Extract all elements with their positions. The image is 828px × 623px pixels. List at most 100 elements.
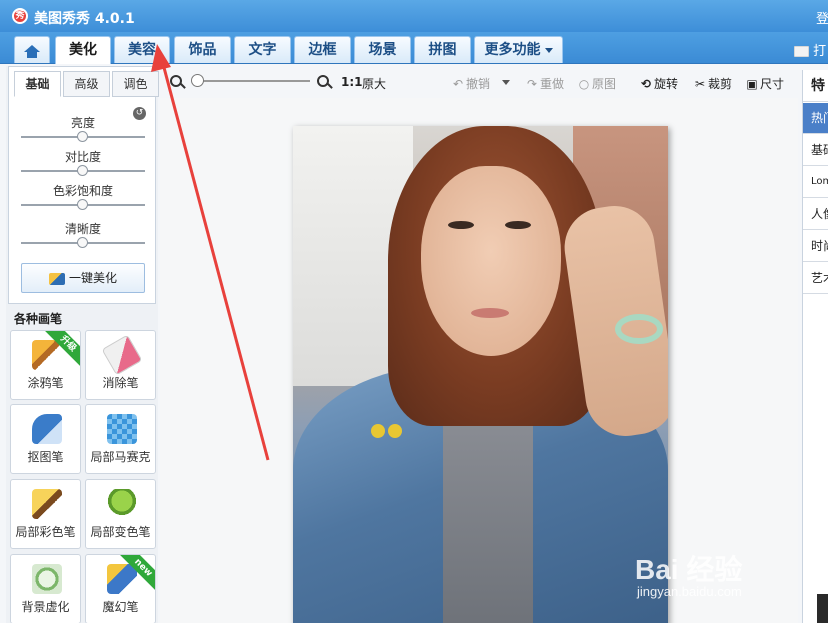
local-recolor-brush-tool[interactable]: 局部变色笔 [85, 479, 156, 549]
redo-icon: ↷ [526, 77, 538, 91]
local-color-brush-label: 局部彩色笔 [15, 525, 76, 539]
tab-more-features[interactable]: 更多功能 [474, 36, 563, 63]
cutout-pen-tool[interactable]: 抠图笔 [10, 404, 81, 474]
effects-category-art[interactable]: 艺术 [803, 263, 828, 294]
photo-smiley-pin [371, 424, 385, 438]
effects-category-popular[interactable]: 热门 [803, 103, 828, 134]
saturation-label: 色彩饱和度 [52, 184, 113, 198]
redo-label: 重做 [540, 77, 565, 91]
tab-more-label: 更多功能 [484, 42, 541, 58]
beautify-icon [48, 272, 65, 285]
tab-home[interactable] [14, 36, 50, 63]
open-button-label: 打 [813, 44, 827, 59]
saturation-slider-knob[interactable] [77, 199, 88, 210]
image-toolbar: 1:1 原大 ↶ 撤销 ↷ 重做 ○ 原图 ⟲ 旋转 ✂ 裁剪 ▣ 尺寸 [160, 66, 798, 98]
contrast-label: 对比度 [64, 150, 101, 164]
scissors-icon: ✂ [694, 77, 706, 91]
tab-face-retouch[interactable]: 美容 [114, 36, 170, 63]
magic-pen-label: 魔幻笔 [102, 600, 139, 614]
tab-collage[interactable]: 拼图 [414, 36, 471, 63]
rotate-button[interactable]: ⟲ 旋转 [640, 75, 678, 92]
mosaic-icon [107, 414, 137, 444]
chevron-down-icon [502, 80, 510, 85]
home-icon [24, 45, 40, 58]
photo-smiley-pin [388, 424, 402, 438]
circle-icon: ○ [578, 77, 590, 91]
baidu-watermark: Bai 经验 jingyan.baidu.com [635, 548, 815, 608]
eraser-pen-label: 消除笔 [102, 376, 139, 390]
photo-jade-bracelet [615, 314, 663, 344]
sharpness-slider[interactable] [21, 237, 145, 248]
photo-face [421, 166, 561, 356]
sharpness-label: 清晰度 [64, 222, 101, 236]
background-blur-label: 背景虚化 [21, 600, 70, 614]
subtab-advanced[interactable]: 高级 [63, 71, 110, 97]
original-image-button[interactable]: ○ 原图 [578, 75, 616, 92]
zoom-slider[interactable] [191, 74, 310, 87]
effects-category-basic[interactable]: 基础 [803, 135, 828, 166]
chevron-down-icon [544, 47, 553, 53]
local-mosaic-label: 局部马赛克 [90, 450, 151, 464]
local-color-brush-tool[interactable]: 局部彩色笔 [10, 479, 81, 549]
watermark-brand: Bai 经验 [635, 554, 743, 585]
watermark-site: jingyan.baidu.com [637, 584, 742, 599]
image-canvas[interactable] [160, 98, 798, 623]
saturation-slider[interactable] [21, 199, 145, 210]
undo-button[interactable]: ↶ 撤销 [452, 75, 490, 92]
sharpness-slider-knob[interactable] [77, 237, 88, 248]
effects-category-lomo[interactable]: Lomo [803, 167, 828, 198]
brightness-slider-knob[interactable] [77, 131, 88, 142]
left-panel: 基础 高级 调色 ↺ 亮度 对比度 色彩饱和度 清晰度 一键美化 各种画笔 升级… [6, 66, 159, 623]
graffiti-brush-tool[interactable]: 升级 涂鸦笔 [10, 330, 81, 400]
effects-panel: 特 热门 基础 Lomo 人像 时尚 艺术 [802, 70, 828, 623]
effects-category-portrait[interactable]: 人像 [803, 199, 828, 230]
undo-icon: ↶ [452, 77, 464, 91]
rotate-label: 旋转 [654, 77, 679, 91]
scrollbar[interactable] [817, 594, 828, 623]
brightness-label: 亮度 [70, 116, 95, 130]
local-recolor-brush-label: 局部变色笔 [90, 525, 151, 539]
effects-category-fashion[interactable]: 时尚 [803, 231, 828, 262]
actual-size-ratio[interactable]: 1:1 [341, 75, 363, 89]
tab-beautify[interactable]: 美化 [55, 36, 111, 64]
color-brush-icon [32, 489, 62, 519]
magic-pen-tool[interactable]: new 魔幻笔 [85, 554, 156, 623]
subtab-basic[interactable]: 基础 [14, 71, 61, 97]
photo-left-eye [448, 221, 474, 229]
one-click-beautify-button[interactable]: 一键美化 [21, 263, 145, 293]
resize-label: 尺寸 [760, 77, 785, 91]
cutout-pen-icon [32, 414, 62, 444]
resize-button[interactable]: ▣ 尺寸 [746, 75, 784, 92]
brush-icon [32, 340, 62, 370]
zoom-in-icon[interactable] [317, 75, 329, 87]
actual-size-button[interactable]: 原大 [362, 75, 386, 92]
contrast-slider[interactable] [21, 165, 145, 176]
photo-lips [471, 308, 509, 318]
crop-button[interactable]: ✂ 裁剪 [694, 75, 732, 92]
login-link[interactable]: 登 [816, 8, 828, 27]
photo-shirt [443, 401, 533, 623]
tab-accessories[interactable]: 饰品 [174, 36, 231, 63]
eraser-pen-tool[interactable]: 消除笔 [85, 330, 156, 400]
folder-icon [794, 46, 809, 57]
zoom-slider-knob[interactable] [191, 74, 204, 87]
tab-scenes[interactable]: 场景 [354, 36, 411, 63]
adjustment-panel: 基础 高级 调色 ↺ 亮度 对比度 色彩饱和度 清晰度 一键美化 [8, 66, 159, 304]
redo-button[interactable]: ↷ 重做 [526, 75, 564, 92]
tab-text[interactable]: 文字 [234, 36, 291, 63]
zoom-out-icon[interactable] [170, 75, 182, 87]
undo-label: 撤销 [466, 77, 491, 91]
tab-frames[interactable]: 边框 [294, 36, 351, 63]
brightness-slider[interactable] [21, 131, 145, 142]
subtab-color-tone[interactable]: 调色 [112, 71, 159, 97]
brush-section-title: 各种画笔 [14, 312, 63, 326]
contrast-slider-knob[interactable] [77, 165, 88, 176]
open-button[interactable]: 打 [794, 40, 826, 59]
undo-history-dropdown[interactable] [502, 75, 510, 89]
resize-icon: ▣ [746, 77, 758, 91]
background-blur-tool[interactable]: 背景虚化 [10, 554, 81, 623]
local-mosaic-tool[interactable]: 局部马赛克 [85, 404, 156, 474]
window-title: 美图秀秀 4.0.1 [34, 11, 135, 27]
crop-label: 裁剪 [708, 77, 733, 91]
original-image-label: 原图 [592, 77, 617, 91]
